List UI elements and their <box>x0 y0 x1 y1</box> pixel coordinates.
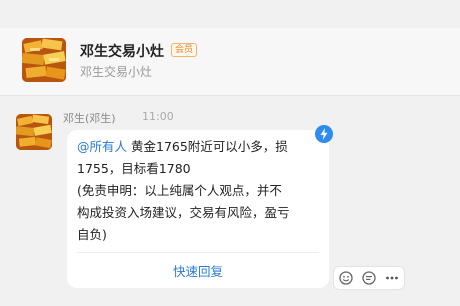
header-divider <box>0 95 460 96</box>
chat-header: 邓生交易小灶 会员 邓生交易小灶 <box>0 28 460 95</box>
message-action-bar <box>333 266 405 290</box>
more-icon[interactable] <box>384 270 400 286</box>
message-time: 11:00 <box>142 110 174 123</box>
message-line: 黄金1765附近可以小多，损 <box>127 139 288 154</box>
gold-bars-icon <box>22 38 66 82</box>
sender-avatar[interactable] <box>16 114 52 150</box>
sender-name[interactable]: 邓生(邓生) <box>63 110 116 126</box>
message-line: 自负) <box>77 227 107 242</box>
flash-icon <box>315 125 333 143</box>
gold-bars-icon <box>16 114 52 150</box>
message-text: @所有人 黄金1765附近可以小多，损 1755，目标看1780 (免责申明：以… <box>77 136 321 246</box>
group-name: 邓生交易小灶 <box>80 44 164 60</box>
message-bubble[interactable]: @所有人 黄金1765附近可以小多，损 1755，目标看1780 (免责申明：以… <box>67 130 329 288</box>
message-line: (免责申明：以上纯属个人观点，并不 <box>77 183 282 198</box>
group-avatar[interactable] <box>22 38 66 82</box>
comment-icon[interactable] <box>361 270 377 286</box>
message-line: 1755，目标看1780 <box>77 161 191 176</box>
group-subtitle: 邓生交易小灶 <box>80 65 153 79</box>
member-badge: 会员 <box>171 43 198 57</box>
emoji-icon[interactable] <box>338 270 354 286</box>
top-bar <box>0 0 460 28</box>
message-line: 构成投资入场建议，交易有风险，盈亏 <box>77 205 290 220</box>
quick-reply-button[interactable]: 快速回复 <box>67 261 329 280</box>
bubble-divider <box>77 252 319 253</box>
mention-all[interactable]: @所有人 <box>77 139 127 154</box>
